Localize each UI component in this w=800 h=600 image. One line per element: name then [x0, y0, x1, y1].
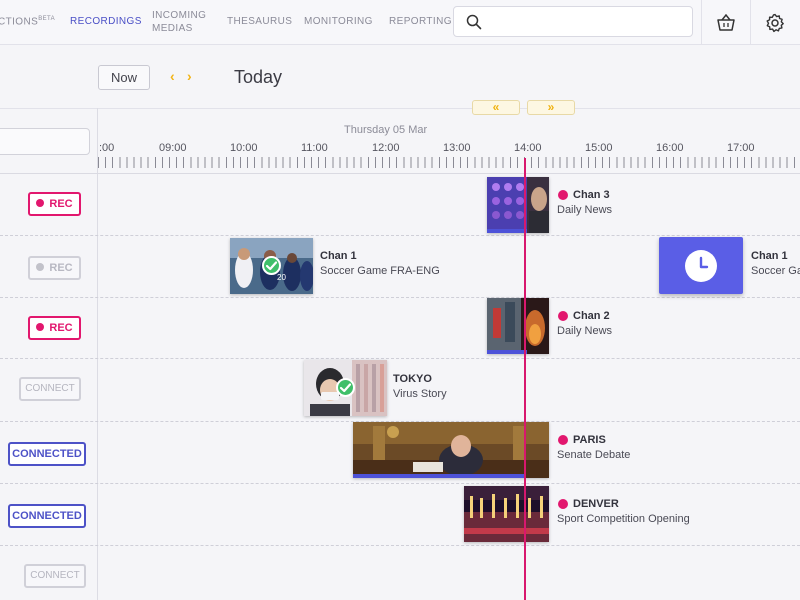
- scroll-back-button[interactable]: «: [472, 100, 520, 115]
- live-indicator: [558, 499, 568, 509]
- recording-title: TOKYO: [393, 373, 432, 385]
- badge-label: REC: [49, 262, 73, 274]
- svg-text:20: 20: [277, 273, 286, 282]
- top-navigation-bar: CTIONSBETA RECORDINGS INCOMING MEDIAS TH…: [0, 0, 800, 45]
- recording-title: Chan 1: [320, 250, 357, 262]
- hour-label: 13:00: [443, 142, 471, 154]
- recording-thumbnail[interactable]: [487, 298, 549, 354]
- scroll-forward-button[interactable]: »: [527, 100, 575, 115]
- channel-filter-input[interactable]: [0, 128, 90, 155]
- rec-dot: [36, 199, 45, 207]
- progress-bar: [487, 350, 527, 354]
- scheduled-recording[interactable]: [659, 237, 743, 294]
- badge-label: REC: [49, 322, 73, 334]
- checkmark-icon: [262, 256, 281, 275]
- timeline-date: Thursday 05 Mar: [344, 124, 428, 136]
- recording-thumbnail[interactable]: 20: [230, 238, 313, 294]
- row-divider: [0, 358, 800, 359]
- rec-dot: [36, 263, 45, 271]
- rec-dot: [36, 323, 45, 331]
- connect-button[interactable]: CONNECT: [19, 377, 81, 401]
- hour-label: :00: [99, 142, 115, 154]
- basket-icon: [717, 13, 735, 31]
- clock-icon: [685, 250, 717, 282]
- nav-collections-label: CTIONS: [0, 16, 39, 28]
- recording-title: DENVER: [573, 498, 619, 510]
- recording-subtitle: Soccer Gam: [751, 265, 800, 277]
- badge-label: REC: [49, 198, 73, 210]
- recording-title: Chan 1: [751, 250, 788, 262]
- row-divider: [0, 297, 800, 298]
- timeline-top-divider: [0, 108, 800, 109]
- row-divider: [0, 235, 800, 236]
- nav-incoming-line2: MEDIAS: [152, 23, 193, 34]
- nav-collections[interactable]: CTIONSBETA: [0, 16, 55, 27]
- current-time-line: [524, 158, 526, 600]
- hour-label: 17:00: [727, 142, 755, 154]
- recording-subtitle: Soccer Game FRA-ENG: [320, 265, 440, 277]
- hour-label: 10:00: [230, 142, 258, 154]
- recording-subtitle: Daily News: [557, 204, 613, 216]
- nav-incoming-medias[interactable]: INCOMING MEDIAS: [152, 9, 206, 35]
- connected-badge[interactable]: CONNECTED: [8, 504, 86, 528]
- beta-tag: BETA: [38, 16, 56, 22]
- prev-day-button[interactable]: ‹: [170, 68, 175, 84]
- live-indicator: [558, 435, 568, 445]
- stadium-thumbnail-image: [464, 486, 549, 542]
- row-divider: [0, 483, 800, 484]
- recording-subtitle: Daily News: [557, 325, 613, 337]
- basket-button[interactable]: [701, 0, 750, 45]
- recording-thumbnail[interactable]: [464, 486, 549, 542]
- recording-thumbnail[interactable]: [487, 177, 549, 233]
- search-input[interactable]: [490, 12, 686, 32]
- hour-label: 15:00: [585, 142, 613, 154]
- senate-thumbnail-image: [353, 422, 549, 478]
- hour-label: 11:00: [301, 142, 328, 154]
- live-indicator: [558, 311, 568, 321]
- news-thumbnail-image: [487, 298, 549, 354]
- progress-bar: [353, 474, 524, 478]
- recording-title: PARIS: [573, 434, 606, 446]
- timeline-bottom-divider: [0, 173, 800, 174]
- row-divider: [0, 545, 800, 546]
- live-indicator: [558, 190, 568, 200]
- gear-icon: [766, 13, 784, 32]
- rec-badge-inactive[interactable]: REC: [28, 256, 81, 280]
- nav-incoming-line1: INCOMING: [152, 10, 207, 21]
- nav-recordings[interactable]: RECORDINGS: [70, 16, 142, 27]
- connected-badge[interactable]: CONNECTED: [8, 442, 86, 466]
- news-thumbnail-image: [487, 177, 549, 233]
- recording-thumbnail[interactable]: [353, 422, 549, 478]
- recording-subtitle: Virus Story: [393, 388, 447, 400]
- recording-subtitle: Sport Competition Opening: [557, 513, 690, 525]
- settings-button[interactable]: [750, 0, 799, 45]
- recording-title: Chan 2: [573, 310, 610, 322]
- hour-label: 12:00: [372, 142, 400, 154]
- recording-title: Chan 3: [573, 189, 610, 201]
- timeline-ticks: [98, 157, 800, 168]
- hour-label: 09:00: [159, 142, 187, 154]
- nav-reporting[interactable]: REPORTING: [389, 16, 452, 27]
- nav-thesaurus[interactable]: THESAURUS: [227, 16, 292, 27]
- recording-subtitle: Senate Debate: [557, 449, 631, 461]
- next-day-button[interactable]: ›: [187, 68, 192, 84]
- rec-badge[interactable]: REC: [28, 316, 81, 340]
- search-icon: [466, 14, 482, 30]
- progress-bar: [487, 229, 527, 233]
- now-button[interactable]: Now: [98, 65, 150, 90]
- hour-label: 16:00: [656, 142, 684, 154]
- connect-button[interactable]: CONNECT: [24, 564, 86, 588]
- search-box[interactable]: [453, 6, 693, 37]
- checkmark-icon: [336, 378, 355, 397]
- rec-badge[interactable]: REC: [28, 192, 81, 216]
- recording-thumbnail[interactable]: [304, 360, 387, 416]
- hour-label: 14:00: [514, 142, 542, 154]
- page-title: Today: [234, 67, 283, 87]
- nav-monitoring[interactable]: MONITORING: [304, 16, 373, 27]
